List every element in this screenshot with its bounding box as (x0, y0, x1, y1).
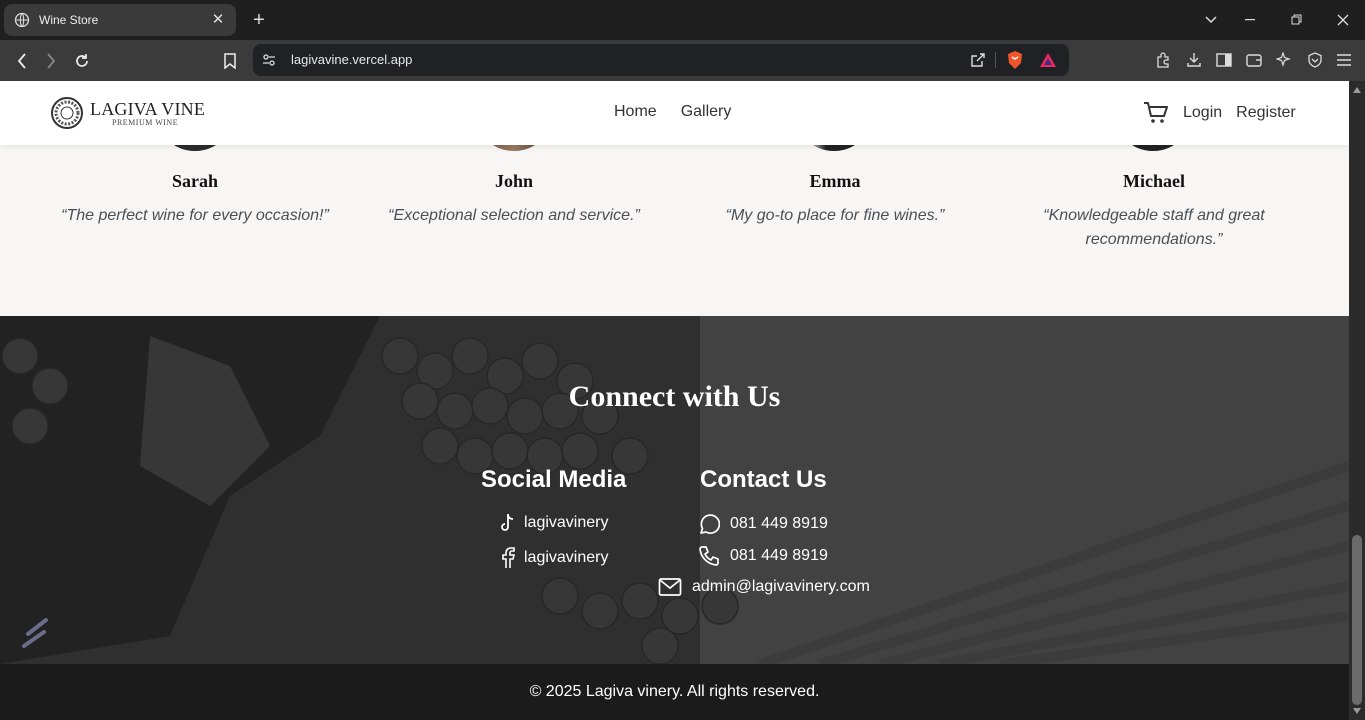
testimonial-card: John “Exceptional selection and service.… (364, 171, 664, 228)
site-footer: © 2025 Lagiva vinery. All rights reserve… (0, 664, 1349, 720)
social-facebook-label: lagivavinery (524, 549, 609, 566)
brave-shield-icon[interactable] (1006, 50, 1024, 70)
share-icon[interactable] (970, 52, 986, 68)
testimonial-card: Michael “Knowledgeable staff and great r… (1004, 171, 1304, 252)
page-scrollbar[interactable] (1349, 81, 1365, 720)
sidebar-icon[interactable] (1214, 50, 1234, 70)
tiktok-icon (501, 513, 514, 531)
copyright-text: © 2025 Lagiva vinery. All rights reserve… (529, 683, 820, 700)
whatsapp-icon (700, 514, 720, 534)
facebook-icon (502, 547, 516, 568)
tab-search-icon[interactable] (1200, 10, 1222, 30)
scroll-up-icon[interactable] (1353, 87, 1361, 93)
logo-emblem-icon (51, 97, 83, 129)
social-tiktok-label: lagivavinery (524, 514, 609, 531)
social-media-title: Social Media (481, 466, 627, 493)
contact-phone[interactable]: 081 449 8919 (698, 545, 828, 567)
reload-icon[interactable] (71, 50, 93, 72)
logo[interactable]: LAGIVA VINE PREMIUM WINE (50, 95, 210, 131)
contact-us-title: Contact Us (700, 466, 827, 493)
social-facebook[interactable]: lagivavinery (500, 547, 608, 569)
scroll-down-icon[interactable] (1353, 708, 1361, 714)
browser-chrome: Wine Store ✕ + lagivavine.vercel.app (0, 0, 1365, 81)
nav-home[interactable]: Home (614, 103, 657, 121)
mail-icon (658, 578, 682, 596)
connect-title: Connect with Us (568, 380, 781, 413)
bookmark-icon[interactable] (219, 50, 241, 72)
vpn-icon[interactable] (1305, 50, 1325, 70)
logo-subtitle: PREMIUM WINE (112, 118, 179, 127)
tab-strip: Wine Store ✕ + (0, 0, 1365, 40)
wallet-icon[interactable] (1244, 50, 1264, 70)
scrollbar-thumb[interactable] (1352, 535, 1362, 705)
leo-ai-icon[interactable] (1274, 50, 1294, 70)
testimonial-name: Michael (1123, 171, 1185, 191)
contact-phone-label: 081 449 8919 (730, 547, 828, 564)
browser-tab[interactable]: Wine Store ✕ (4, 4, 236, 36)
testimonial-card: Emma “My go-to place for fine wines.” (685, 171, 985, 228)
address-bar[interactable]: lagivavine.vercel.app (253, 44, 1069, 76)
tab-title: Wine Store (39, 13, 99, 27)
forward-icon[interactable] (40, 50, 62, 72)
minimize-icon[interactable] (1240, 10, 1262, 30)
menu-icon[interactable] (1334, 50, 1354, 70)
testimonial-name: Emma (809, 171, 861, 191)
restore-icon[interactable] (1286, 10, 1308, 30)
url-text: lagivavine.vercel.app (291, 52, 413, 67)
extensions-icon[interactable] (1153, 50, 1173, 70)
testimonial-card: Sarah “The perfect wine for every occasi… (45, 171, 345, 228)
close-tab-icon[interactable]: ✕ (210, 12, 226, 28)
testimonials-section: Sarah “The perfect wine for every occasi… (0, 109, 1349, 316)
testimonial-quote: “Exceptional selection and service.” (388, 207, 640, 224)
nav-gallery[interactable]: Gallery (681, 103, 732, 121)
social-tiktok[interactable]: lagivavinery (500, 513, 608, 533)
testimonial-quote: “The perfect wine for every occasion!” (61, 207, 329, 224)
main-nav: Home Gallery (614, 103, 731, 121)
new-tab-icon[interactable]: + (249, 10, 269, 30)
site-info-icon[interactable] (262, 53, 276, 67)
auth-links: Login Register (1143, 101, 1296, 125)
browser-toolbar: lagivavine.vercel.app (0, 40, 1365, 81)
testimonial-name: John (494, 171, 534, 191)
globe-icon (14, 12, 30, 28)
contact-email-label: admin@lagivavinery.com (692, 578, 870, 595)
register-link[interactable]: Register (1236, 104, 1296, 122)
logo-text: LAGIVA VINE (90, 99, 206, 119)
page-viewport: Sarah “The perfect wine for every occasi… (0, 81, 1349, 720)
connect-section: Connect with Us Social Media lagivaviner… (0, 316, 1349, 664)
contact-whatsapp-label: 081 449 8919 (730, 515, 828, 532)
testimonial-name: Sarah (171, 171, 218, 191)
contact-whatsapp[interactable]: 081 449 8919 (698, 513, 828, 535)
site-header: LAGIVA VINE PREMIUM WINE Home Gallery Lo… (0, 81, 1349, 145)
login-link[interactable]: Login (1183, 104, 1222, 122)
back-icon[interactable] (11, 50, 33, 72)
contact-email[interactable]: admin@lagivavinery.com (658, 577, 870, 597)
vineyard-background (0, 316, 1349, 664)
testimonial-quote: “My go-to place for fine wines.” (725, 207, 945, 224)
download-icon[interactable] (1184, 50, 1204, 70)
brave-rewards-icon[interactable] (1039, 52, 1057, 68)
cart-icon[interactable] (1143, 101, 1169, 125)
testimonial-quote: “Knowledgeable staff and great recommend… (1043, 207, 1265, 248)
close-window-icon[interactable] (1332, 10, 1354, 30)
phone-icon (699, 546, 719, 566)
